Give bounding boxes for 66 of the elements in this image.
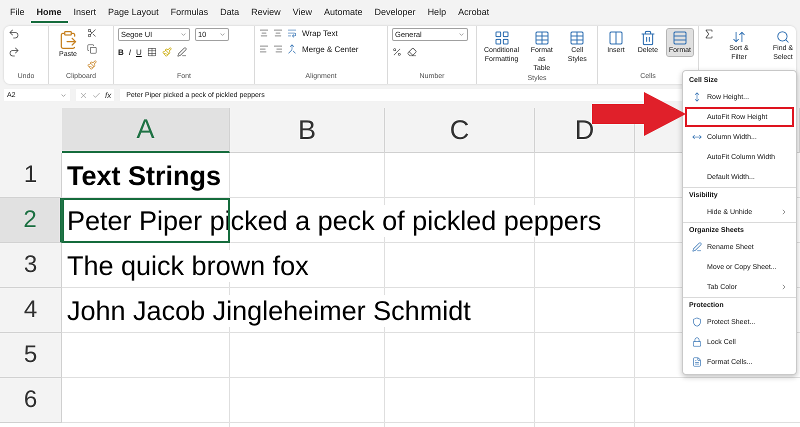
undo-icon xyxy=(8,28,20,40)
delete-cells-icon xyxy=(640,30,656,46)
chevron-down-icon xyxy=(219,31,226,38)
row-height-icon xyxy=(692,92,702,102)
borders-icon xyxy=(146,47,157,57)
function-label[interactable]: fx xyxy=(105,90,112,100)
ribbon-tab[interactable]: Home xyxy=(30,3,68,23)
ribbon-tab[interactable]: Page Layout xyxy=(102,3,165,23)
ribbon-tab[interactable]: Developer xyxy=(368,3,422,23)
shield-icon xyxy=(692,317,702,327)
pencil-icon xyxy=(692,242,702,252)
row-header[interactable]: 1 xyxy=(0,153,62,198)
wrap-text-icon xyxy=(287,28,297,38)
ribbon-tab[interactable]: Acrobat xyxy=(452,3,496,23)
column-header[interactable]: B xyxy=(230,108,385,153)
align-right-icon xyxy=(273,44,283,54)
align-middle-icon xyxy=(273,28,283,38)
row-header[interactable]: 5 xyxy=(0,333,62,378)
italic-button[interactable]: I xyxy=(128,48,132,56)
column-header[interactable]: A xyxy=(62,108,230,153)
ribbon-tab[interactable]: Automate xyxy=(318,3,369,23)
cell-text: The quick brown fox xyxy=(67,250,309,282)
redo-icon xyxy=(8,46,20,58)
fill-color-icon xyxy=(162,47,172,57)
copy-icon xyxy=(87,44,97,54)
arrow-icon xyxy=(592,92,686,136)
underline-button[interactable]: U xyxy=(136,48,142,56)
merge-icon xyxy=(287,44,297,54)
ribbon-tab[interactable]: File xyxy=(4,3,31,23)
document-icon xyxy=(692,357,702,367)
cancel-icon xyxy=(79,90,88,100)
align-top-icon xyxy=(259,28,269,38)
lock-icon xyxy=(692,337,702,347)
cell-text: John Jacob Jingleheimer Schmidt xyxy=(67,294,471,326)
row-header[interactable]: 6 xyxy=(0,378,62,423)
chevron-down-icon xyxy=(60,92,67,98)
ribbon-tab[interactable]: Data xyxy=(214,3,246,23)
insert-cells-icon xyxy=(608,30,624,46)
ribbon-tab[interactable]: Formulas xyxy=(164,3,214,23)
sum-icon xyxy=(703,28,715,40)
column-header[interactable]: C xyxy=(385,108,535,153)
enter-icon xyxy=(92,90,101,100)
clipboard-icon xyxy=(58,30,78,50)
sort-icon xyxy=(732,30,746,44)
align-left-icon xyxy=(259,44,269,54)
search-icon xyxy=(776,30,790,44)
merge-center-button[interactable]: Merge & Center xyxy=(302,44,358,54)
row-header[interactable]: 3 xyxy=(0,243,62,288)
scissors-icon xyxy=(87,28,97,38)
row-header[interactable]: 2 xyxy=(0,198,62,243)
ribbon-tab[interactable]: Insert xyxy=(68,3,102,23)
chevron-down-icon xyxy=(180,31,187,38)
ribbon-tab[interactable]: Help xyxy=(422,3,452,23)
ribbon-tab[interactable]: Review xyxy=(245,3,287,23)
format-painter-icon xyxy=(87,60,97,70)
format-cells-icon xyxy=(672,30,688,46)
table-icon xyxy=(534,30,550,46)
cell-styles-icon xyxy=(569,30,586,46)
wrap-text-button[interactable]: Wrap Text xyxy=(302,28,338,38)
row-header[interactable]: 4 xyxy=(0,288,62,333)
chevron-down-icon xyxy=(458,31,465,38)
bold-button[interactable]: B xyxy=(118,48,124,56)
column-width-icon xyxy=(692,132,702,142)
conditional-formatting-icon xyxy=(494,30,510,46)
ribbon-tab[interactable]: View xyxy=(286,3,318,23)
percent-icon xyxy=(392,47,402,57)
